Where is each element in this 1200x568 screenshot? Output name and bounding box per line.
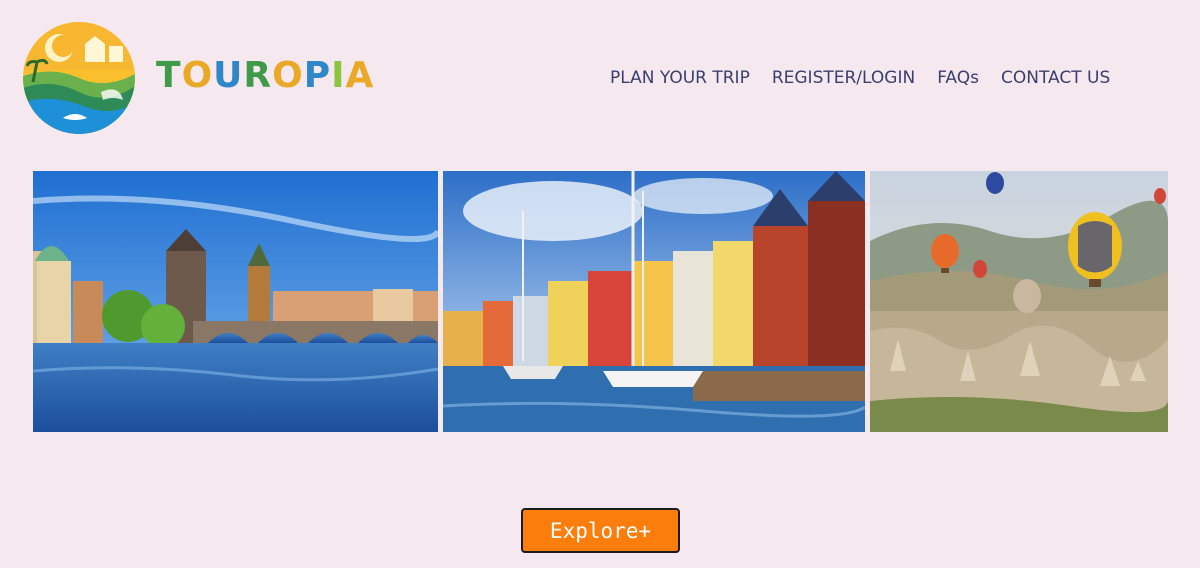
river-bridge-city-image xyxy=(33,171,438,432)
brand-letter: A xyxy=(345,55,375,96)
brand-letter: R xyxy=(243,55,273,96)
harbour-colorful-houses-image xyxy=(443,171,865,432)
nav-contact-us[interactable]: CONTACT US xyxy=(1001,68,1110,88)
travel-logo-icon[interactable] xyxy=(23,22,135,134)
explore-button[interactable]: Explore+ xyxy=(521,508,680,553)
main-nav: PLAN YOUR TRIP REGISTER/LOGIN FAQs CONTA… xyxy=(610,64,1110,92)
nav-faqs[interactable]: FAQs xyxy=(937,68,979,88)
brand-letter: O xyxy=(272,55,304,96)
brand-letter: O xyxy=(181,55,214,96)
brand-letter: U xyxy=(213,55,244,96)
brand-letter: T xyxy=(156,55,182,96)
brand-letter: P xyxy=(303,55,332,96)
brand-letter: I xyxy=(331,55,346,96)
nav-plan-your-trip[interactable]: PLAN YOUR TRIP xyxy=(610,68,750,88)
hot-air-balloons-valley-image xyxy=(870,171,1168,432)
nav-register-login[interactable]: REGISTER/LOGIN xyxy=(772,68,915,88)
brand-name[interactable]: TOUROPIA xyxy=(156,52,374,100)
